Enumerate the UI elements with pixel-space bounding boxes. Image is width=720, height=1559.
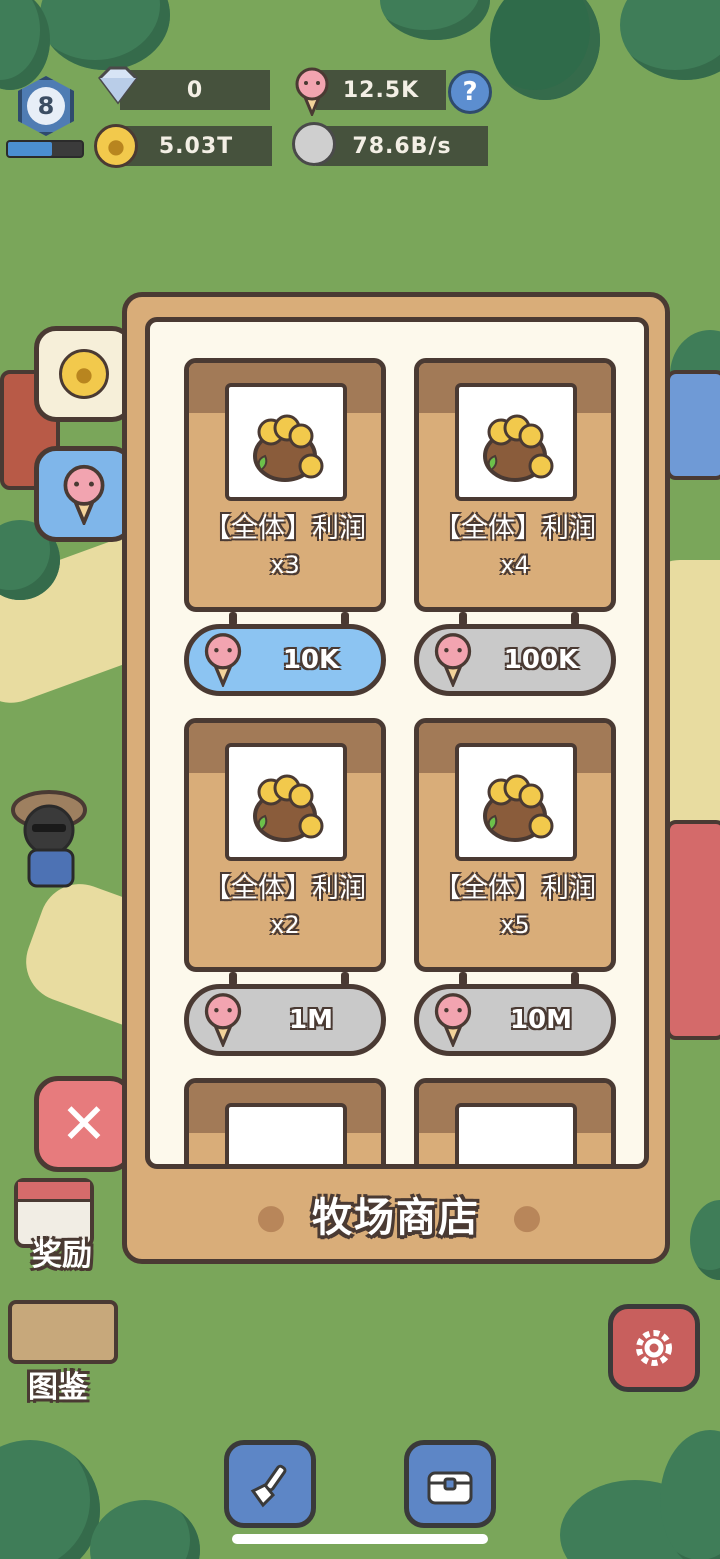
shop-item-card[interactable]: 【全体】利润 x4 (414, 358, 616, 612)
gem-counter: 0 (120, 70, 270, 110)
buy-button[interactable]: 1M (184, 984, 386, 1056)
help-button[interactable]: ? (448, 70, 492, 114)
shop-title: 牧场商店 (312, 1195, 480, 1241)
collection-button[interactable] (8, 1300, 118, 1364)
coin-sack-icon (225, 383, 347, 501)
buy-button[interactable]: 10K (184, 624, 386, 696)
calendar-icon (18, 1182, 90, 1202)
item-image (455, 1103, 577, 1164)
red-building (666, 820, 720, 1040)
home-indicator[interactable] (232, 1534, 488, 1544)
buy-button[interactable]: 100K (414, 624, 616, 696)
diamond-icon (94, 66, 142, 106)
item-name: 【全体】利润 (434, 513, 596, 544)
coin-sack-icon (455, 383, 577, 501)
treasure-chest-icon (427, 1471, 473, 1505)
xp-progress-bar (6, 140, 84, 158)
chest-button[interactable] (404, 1440, 496, 1528)
item-multiplier: x4 (500, 551, 530, 579)
shop-item-card[interactable] (184, 1078, 386, 1164)
shop-item-grid[interactable]: 【全体】利润 x3 10K 【全体】利润 x4 100K 【全体】利润 x2 1… (145, 317, 649, 1169)
shop-panel: 【全体】利润 x3 10K 【全体】利润 x4 100K 【全体】利润 x2 1… (122, 292, 670, 1264)
shovel-button[interactable] (224, 1440, 316, 1528)
ice-cream-icon (201, 631, 245, 691)
blue-building (666, 370, 720, 480)
ice-cream-icon (201, 991, 245, 1051)
level-number: 8 (27, 87, 65, 125)
shovel-icon (250, 1464, 287, 1508)
shop-item-card[interactable]: 【全体】利润 x5 (414, 718, 616, 972)
tree (380, 0, 490, 40)
tab-coin-shop[interactable]: ● (34, 326, 134, 422)
ice-cream-icon (292, 66, 332, 116)
item-multiplier: x2 (270, 911, 300, 939)
item-name: 【全体】利润 (434, 873, 596, 904)
item-multiplier: x3 (270, 551, 300, 579)
farmer-cat-character[interactable] (4, 780, 104, 900)
paw-coin-icon: ● (59, 349, 109, 399)
coin-sack-icon (225, 743, 347, 861)
gear-icon (636, 1330, 672, 1366)
income-rate: 78.6B/s (316, 126, 488, 166)
item-name: 【全体】利润 (204, 873, 366, 904)
item-price: 1M (289, 1005, 333, 1035)
tree (0, 0, 50, 90)
tab-ice-cream-shop[interactable] (34, 446, 134, 542)
paw-coin-icon: ● (94, 124, 138, 168)
item-image (225, 1103, 347, 1164)
item-price: 10M (509, 1005, 573, 1035)
tree (690, 1200, 720, 1280)
shop-item-card[interactable]: 【全体】利润 x3 (184, 358, 386, 612)
item-price: 10K (282, 645, 340, 675)
tree (40, 0, 170, 70)
coin-counter: 5.03T (120, 126, 272, 166)
ice-cream-icon (431, 631, 475, 691)
item-multiplier: x5 (500, 911, 530, 939)
shop-item-card[interactable] (414, 1078, 616, 1164)
settings-button[interactable] (608, 1304, 700, 1392)
tree (90, 1500, 200, 1559)
tree (620, 0, 720, 80)
ice-cream-counter: 12.5K (316, 70, 446, 110)
tree (660, 1430, 720, 1559)
rewards-label: 奖励 (32, 1238, 92, 1273)
paw-print-icon: ● (512, 1197, 542, 1237)
coin-sack-icon (455, 743, 577, 861)
close-button[interactable]: ✕ (34, 1076, 134, 1172)
buy-button[interactable]: 10M (414, 984, 616, 1056)
item-name: 【全体】利润 (204, 513, 366, 544)
clock-icon (292, 122, 336, 166)
collection-label: 图鉴 (28, 1370, 88, 1405)
ice-cream-icon (63, 464, 105, 525)
xp-progress-fill (8, 142, 53, 156)
tree (0, 1440, 100, 1559)
item-price: 100K (503, 645, 579, 675)
shop-item-card[interactable]: 【全体】利润 x2 (184, 718, 386, 972)
ice-cream-icon (431, 991, 475, 1051)
tree (490, 0, 600, 100)
